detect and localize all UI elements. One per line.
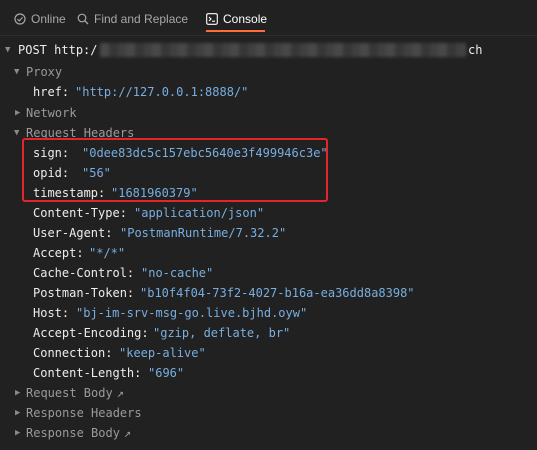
redacted-url (100, 43, 466, 57)
header-key: Connection: (33, 346, 113, 360)
tab-online-label: Online (31, 12, 66, 26)
tab-console[interactable]: Console (206, 10, 267, 28)
proxy-href-value: "http://127.0.0.1:8888/" (75, 85, 249, 99)
header-key: Postman-Token: (33, 286, 135, 300)
search-icon (77, 13, 89, 25)
tab-console-label: Console (223, 12, 268, 26)
section-network-label: Network (26, 106, 77, 120)
section-proxy-label: Proxy (26, 65, 63, 79)
caret-down-icon[interactable]: ▼ (14, 123, 19, 143)
header-key: User-Agent: (33, 226, 113, 240)
request-url-start: http:/ (54, 43, 98, 57)
header-value: "bj-im-srv-msg-go.live.bjhd.oyw" (76, 306, 308, 320)
section-response-body-label: Response Body (26, 426, 120, 440)
request-method: POST (18, 43, 47, 57)
console-icon (206, 13, 218, 25)
external-arrow-icon[interactable]: ↗ (124, 426, 131, 440)
caret-right-icon[interactable]: ▶ (15, 423, 20, 443)
header-value: "PostmanRuntime/7.32.2" (120, 226, 287, 240)
check-circle-icon (14, 13, 26, 25)
tab-find-and-replace[interactable]: Find and Replace (77, 10, 188, 28)
section-request-body-label: Request Body (26, 386, 113, 400)
header-key: Content-Length: (33, 366, 142, 380)
caret-right-icon[interactable]: ▶ (15, 403, 20, 423)
header-key: Cache-Control: (33, 266, 135, 280)
header-value: "696" (148, 366, 185, 380)
header-value: "*/*" (89, 246, 126, 260)
header-key: Accept-Encoding: (33, 326, 149, 340)
header-key: Content-Type: (33, 206, 127, 220)
header-value: "keep-alive" (119, 346, 206, 360)
header-value: "b10f4f04-73f2-4027-b16a-ea36dd8a8398" (140, 286, 415, 300)
highlight-box (22, 138, 328, 202)
tab-find-and-replace-label: Find and Replace (94, 12, 189, 26)
header-value: "application/json" (134, 206, 265, 220)
header-value: "no-cache" (141, 266, 214, 280)
external-arrow-icon[interactable]: ↗ (117, 386, 124, 400)
tab-online[interactable]: Online (14, 10, 66, 28)
caret-right-icon[interactable]: ▶ (15, 383, 20, 403)
caret-right-icon[interactable]: ▶ (15, 103, 20, 123)
header-value: "gzip, deflate, br" (153, 326, 291, 340)
section-response-headers-label: Response Headers (26, 406, 142, 420)
caret-down-icon[interactable]: ▼ (5, 40, 10, 60)
header-key: Host: (33, 306, 70, 320)
active-tab-indicator (206, 30, 265, 32)
proxy-href-key: href: (33, 85, 70, 99)
header-key: Accept: (33, 246, 84, 260)
request-url-end: ch (468, 43, 483, 57)
caret-down-icon[interactable]: ▼ (14, 62, 19, 82)
console-tab-bar: Online Find and Replace Console (0, 0, 537, 36)
